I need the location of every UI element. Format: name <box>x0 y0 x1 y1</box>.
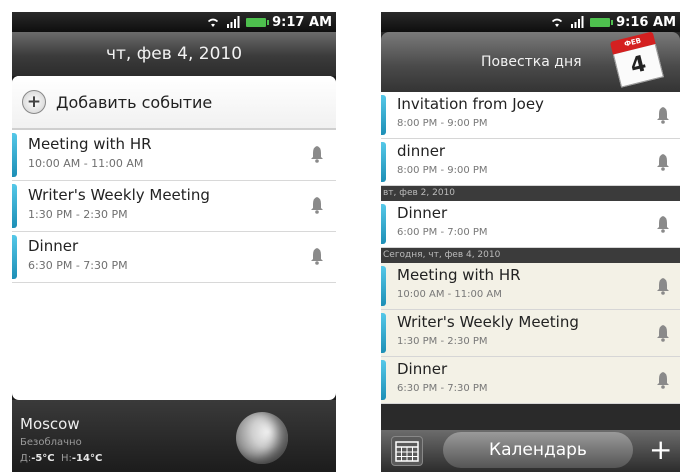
event-color-bar <box>381 360 386 400</box>
moon-icon <box>236 412 288 464</box>
bell-icon <box>311 197 323 214</box>
agenda-title: Повестка дня <box>481 54 582 70</box>
event-item[interactable]: Meeting with HR 10:00 AM - 11:00 AM <box>12 130 336 181</box>
bell-icon <box>657 107 669 124</box>
high-temp: -14°C <box>71 453 103 464</box>
signal-icon <box>571 16 584 28</box>
signal-icon <box>227 16 240 28</box>
event-title: Meeting with HR <box>28 135 152 153</box>
weather-city: Moscow <box>20 415 80 433</box>
agenda-item[interactable]: Meeting with HR 10:00 AM - 11:00 AM <box>381 263 680 310</box>
event-color-bar <box>381 313 386 353</box>
date-header: чт, фев 4, 2010 <box>12 32 336 76</box>
event-color-bar <box>381 142 386 182</box>
add-event-button[interactable]: + <box>649 432 680 468</box>
add-event-button[interactable]: + Добавить событие <box>12 76 336 130</box>
event-time: 6:30 PM - 7:30 PM <box>397 383 488 394</box>
event-title: Dinner <box>397 204 448 222</box>
event-color-bar <box>381 204 386 244</box>
event-time: 8:00 PM - 9:00 PM <box>397 118 488 129</box>
weather-temps: Д:-5°C Н:-14°C <box>20 453 102 464</box>
event-time: 8:00 PM - 9:00 PM <box>397 165 488 176</box>
wifi-icon <box>552 18 563 27</box>
event-color-bar <box>12 184 17 228</box>
event-title: Dinner <box>397 360 448 378</box>
event-color-bar <box>12 235 17 279</box>
add-event-label: Добавить событие <box>56 92 213 112</box>
event-item[interactable]: Writer's Weekly Meeting 1:30 PM - 2:30 P… <box>12 181 336 232</box>
agenda-item[interactable]: Writer's Weekly Meeting 1:30 PM - 2:30 P… <box>381 310 680 357</box>
clock: 9:17 AM <box>272 14 332 30</box>
clock: 9:16 AM <box>616 14 676 30</box>
add-icon: + <box>22 90 46 114</box>
event-title: Meeting with HR <box>397 266 521 284</box>
bell-icon <box>311 248 323 265</box>
event-time: 6:30 PM - 7:30 PM <box>28 259 128 272</box>
calendar-widget-screen: 9:17 AM чт, фев 4, 2010 + Добавить событ… <box>12 12 336 472</box>
event-color-bar <box>381 266 386 306</box>
battery-icon <box>590 17 614 27</box>
calendar-icon: ФЕВ 4 <box>609 31 664 88</box>
low-temp: -5°C <box>31 453 55 464</box>
date-separator: вт, фев 2, 2010 <box>381 186 680 201</box>
date-separator: Сегодня, чт, фев 4, 2010 <box>381 248 680 263</box>
agenda-item[interactable]: Invitation from Joey 8:00 PM - 9:00 PM <box>381 92 680 139</box>
event-title: dinner <box>397 142 446 160</box>
wifi-icon <box>208 18 219 27</box>
bell-icon <box>657 154 669 171</box>
bell-icon <box>657 372 669 389</box>
status-bar: 9:17 AM <box>12 12 336 32</box>
event-time: 6:00 PM - 7:00 PM <box>397 227 488 238</box>
battery-icon <box>246 17 270 27</box>
bell-icon <box>657 325 669 342</box>
agenda-screen: 9:16 AM Повестка дня ФЕВ 4 Invitation fr… <box>381 12 680 472</box>
agenda-list: Invitation from Joey 8:00 PM - 9:00 PM d… <box>381 92 680 404</box>
bell-icon <box>311 146 323 163</box>
bell-icon <box>657 216 669 233</box>
event-time: 10:00 AM - 11:00 AM <box>397 289 502 300</box>
agenda-item[interactable]: dinner 8:00 PM - 9:00 PM <box>381 139 680 186</box>
events-card: + Добавить событие Meeting with HR 10:00… <box>12 76 336 400</box>
event-color-bar <box>12 133 17 177</box>
calendar-tab[interactable]: Календарь <box>443 432 633 468</box>
event-title: Writer's Weekly Meeting <box>397 313 579 331</box>
status-bar: 9:16 AM <box>381 12 680 32</box>
high-label: Н: <box>61 453 72 464</box>
agenda-item[interactable]: Dinner 6:30 PM - 7:30 PM <box>381 357 680 404</box>
agenda-header: Повестка дня ФЕВ 4 <box>381 31 680 94</box>
bell-icon <box>657 278 669 295</box>
event-time: 1:30 PM - 2:30 PM <box>397 336 488 347</box>
event-title: Invitation from Joey <box>397 95 544 113</box>
agenda-item[interactable]: Dinner 6:00 PM - 7:00 PM <box>381 201 680 248</box>
event-color-bar <box>381 95 386 135</box>
month-view-icon[interactable] <box>391 436 423 466</box>
event-title: Writer's Weekly Meeting <box>28 186 210 204</box>
low-label: Д: <box>20 453 32 464</box>
bottom-toolbar: Календарь + <box>381 430 680 472</box>
weather-condition: Безоблачно <box>20 437 82 448</box>
weather-panel[interactable]: Moscow Безоблачно Д:-5°C Н:-14°C <box>12 400 336 472</box>
event-title: Dinner <box>28 237 79 255</box>
event-time: 10:00 AM - 11:00 AM <box>28 157 144 170</box>
event-item[interactable]: Dinner 6:30 PM - 7:30 PM <box>12 232 336 283</box>
event-time: 1:30 PM - 2:30 PM <box>28 208 128 221</box>
